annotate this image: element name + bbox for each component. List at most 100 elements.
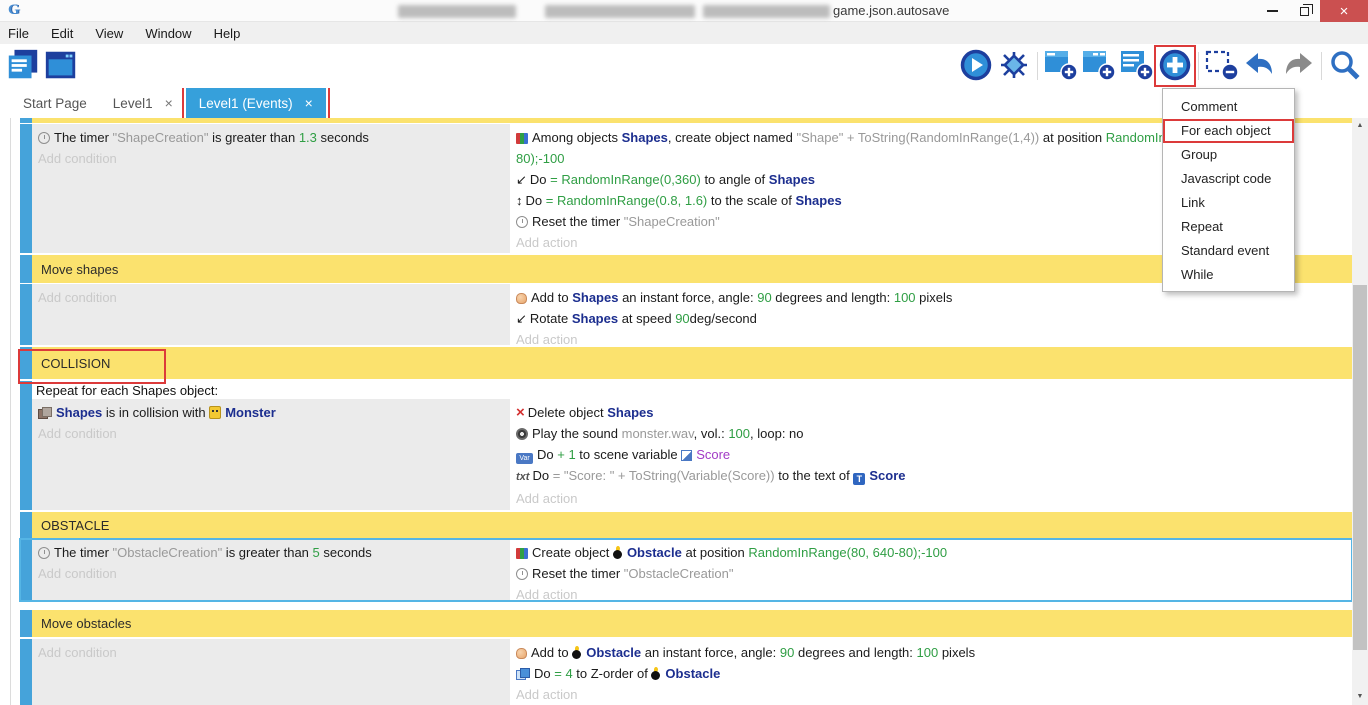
menu-item-while[interactable]: While xyxy=(1163,263,1294,287)
action-line[interactable]: Reset the timer "ObstacleCreation" xyxy=(516,563,1346,584)
search-icon xyxy=(1328,48,1362,85)
timer-icon xyxy=(38,547,50,559)
action-line[interactable]: Add action xyxy=(516,584,1346,601)
menu-item-repeat[interactable]: Repeat xyxy=(1163,215,1294,239)
condition-line[interactable]: Shapes is in collision with Monster xyxy=(38,402,504,423)
event-handle[interactable] xyxy=(20,381,32,510)
conditions-panel[interactable]: The timer "ShapeCreation" is greater tha… xyxy=(32,124,510,253)
event-handle[interactable] xyxy=(20,610,32,637)
scroll-down-icon[interactable]: ▼ xyxy=(1352,689,1368,705)
text-segment: Delete object xyxy=(528,405,608,420)
close-tab-icon[interactable]: × xyxy=(305,95,313,111)
text-segment: Add action xyxy=(516,687,577,702)
menu-edit[interactable]: Edit xyxy=(51,26,73,41)
action-line[interactable]: Add action xyxy=(516,488,1346,509)
menu-item-group[interactable]: Group xyxy=(1163,143,1294,167)
tab-start-page[interactable]: Start Page xyxy=(10,88,100,118)
condition-line[interactable]: The timer "ShapeCreation" is greater tha… xyxy=(38,127,504,148)
play-button[interactable] xyxy=(957,47,995,85)
condition-line[interactable]: Add condition xyxy=(38,642,504,663)
event-handle[interactable] xyxy=(20,512,32,538)
redacted-title-text xyxy=(703,5,830,18)
action-line[interactable]: ↙Rotate Shapes at speed 90deg/second xyxy=(516,308,1346,329)
menu-file[interactable]: File xyxy=(8,26,29,41)
scrollbar-thumb[interactable] xyxy=(1353,285,1367,650)
close-tab-icon[interactable]: × xyxy=(165,95,173,111)
condition-line[interactable]: Add condition xyxy=(38,423,504,444)
menu-view[interactable]: View xyxy=(95,26,123,41)
event-handle[interactable] xyxy=(20,118,32,123)
action-line[interactable]: txtDo = "Score: " + ToString(Variable(Sc… xyxy=(516,465,1346,488)
app-logo-icon: G xyxy=(8,2,26,20)
comment-row[interactable]: Move obstacles xyxy=(20,610,1352,637)
event-handle[interactable] xyxy=(20,284,32,345)
toolbar-separator xyxy=(1321,52,1322,80)
conditions-panel[interactable]: Shapes is in collision with MonsterAdd c… xyxy=(32,399,510,510)
foreach-content: Shapes is in collision with MonsterAdd c… xyxy=(32,399,1352,510)
undo-button[interactable] xyxy=(1241,47,1279,85)
condition-line[interactable]: Add condition xyxy=(38,563,504,584)
add-subevent-button[interactable] xyxy=(1080,47,1118,85)
action-line[interactable]: Add action xyxy=(516,684,1346,705)
tab-level1[interactable]: Level1× xyxy=(100,88,186,118)
text-segment: Shapes xyxy=(607,405,653,420)
vertical-scrollbar[interactable]: ▲ ▼ xyxy=(1352,118,1368,705)
event-handle[interactable] xyxy=(20,539,32,601)
text-segment: at position xyxy=(682,545,749,560)
conditions-panel[interactable]: The timer "ObstacleCreation" is greater … xyxy=(32,539,510,601)
action-line[interactable]: Add to Obstacle an instant force, angle:… xyxy=(516,642,1346,663)
comment-row[interactable]: Move shapes xyxy=(20,255,1352,283)
actions-panel[interactable]: Add to Obstacle an instant force, angle:… xyxy=(510,639,1352,705)
add-comment-event-icon xyxy=(1119,48,1155,85)
text-segment: Shapes xyxy=(622,130,668,145)
menu-item-link[interactable]: Link xyxy=(1163,191,1294,215)
event-handle[interactable] xyxy=(20,124,32,253)
condition-line[interactable]: The timer "ObstacleCreation" is greater … xyxy=(38,542,504,563)
action-line[interactable]: Do = 4 to Z-order of Obstacle xyxy=(516,663,1346,684)
close-button[interactable]: × xyxy=(1320,0,1368,22)
conditions-panel[interactable]: Add condition xyxy=(32,639,510,705)
event-handle[interactable] xyxy=(20,347,32,379)
menu-item-standard-event[interactable]: Standard event xyxy=(1163,239,1294,263)
text-segment: The timer xyxy=(54,545,113,560)
add-standard-event-button[interactable] xyxy=(1042,47,1080,85)
menu-item-comment[interactable]: Comment xyxy=(1163,95,1294,119)
menu-item-javascript-code[interactable]: Javascript code xyxy=(1163,167,1294,191)
action-line[interactable]: Create object Obstacle at position Rando… xyxy=(516,542,1346,563)
condition-line[interactable]: Add condition xyxy=(38,287,504,308)
foreach-header[interactable]: Repeat for each Shapes object: xyxy=(32,381,1352,399)
scroll-up-icon[interactable]: ▲ xyxy=(1352,118,1368,134)
add-comment-event-button[interactable] xyxy=(1118,47,1156,85)
condition-line[interactable]: Add condition xyxy=(38,148,504,169)
minimize-button[interactable] xyxy=(1256,0,1288,22)
actions-panel[interactable]: Create object Obstacle at position Rando… xyxy=(510,539,1352,601)
shapes-icon xyxy=(38,407,52,419)
text-segment: Shapes xyxy=(572,290,618,305)
comment-row[interactable]: OBSTACLE xyxy=(20,512,1352,538)
search-button[interactable] xyxy=(1326,47,1364,85)
event-handle[interactable] xyxy=(20,255,32,283)
remove-event-button[interactable] xyxy=(1203,47,1241,85)
action-line[interactable]: Play the sound monster.wav, vol.: 100, l… xyxy=(516,423,1346,444)
add-standard-event-icon xyxy=(1043,48,1079,85)
tab-level1-events-[interactable]: Level1 (Events)× xyxy=(186,88,326,118)
action-line[interactable]: Add action xyxy=(516,329,1346,345)
add-other-event-button[interactable] xyxy=(1156,47,1194,85)
menu-item-for-each-object[interactable]: For each object xyxy=(1163,119,1294,143)
event-handle[interactable] xyxy=(20,639,32,705)
menu-help[interactable]: Help xyxy=(214,26,241,41)
redo-button[interactable] xyxy=(1279,47,1317,85)
actions-panel[interactable]: Add to Shapes an instant force, angle: 9… xyxy=(510,284,1352,345)
action-line[interactable]: ×Delete object Shapes xyxy=(516,402,1346,423)
obstacle-icon xyxy=(651,667,661,680)
project-manager-button[interactable] xyxy=(4,47,42,85)
comment-row[interactable]: COLLISION xyxy=(20,347,1352,379)
action-line[interactable]: VarDo + 1 to scene variable Score xyxy=(516,444,1346,465)
restore-button[interactable] xyxy=(1288,0,1320,22)
conditions-panel[interactable]: Add condition xyxy=(32,284,510,345)
menu-window[interactable]: Window xyxy=(145,26,191,41)
debug-button[interactable] xyxy=(995,47,1033,85)
actions-panel[interactable]: ×Delete object ShapesPlay the sound mons… xyxy=(510,399,1352,510)
scene-editor-button[interactable] xyxy=(42,47,80,85)
textobj-icon: T xyxy=(853,473,865,485)
